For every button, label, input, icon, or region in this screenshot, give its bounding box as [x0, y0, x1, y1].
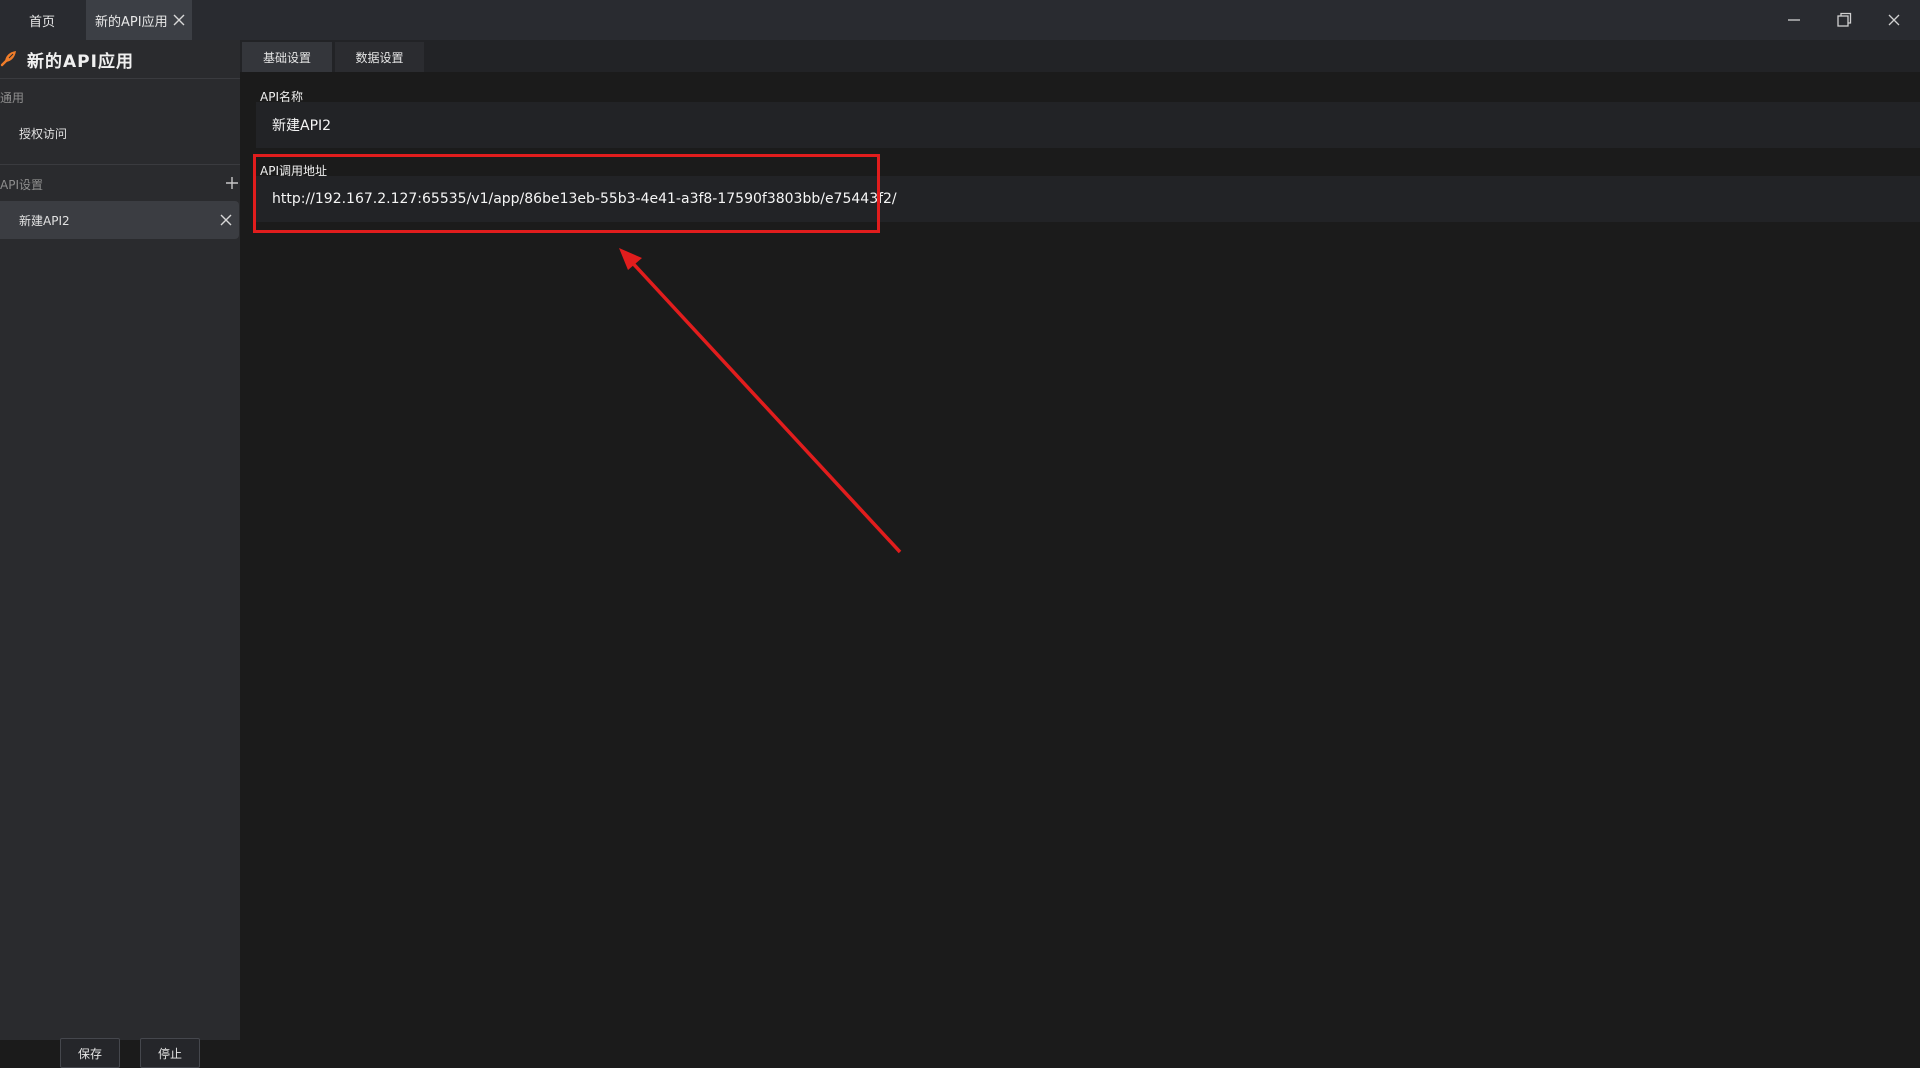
feather-brush-icon — [0, 51, 16, 67]
main-panel: 基础设置 数据设置 API名称 新建API2 API调用地址 http://19… — [240, 40, 1920, 1040]
tab-home[interactable]: 首页 — [0, 0, 84, 40]
title-bar: 首页 新的API应用 — [0, 0, 1920, 40]
sidebar-item-label: 新建API2 — [19, 213, 70, 228]
app-header: 新的API应用 — [0, 40, 240, 78]
restore-icon[interactable] — [1832, 8, 1856, 32]
section-api-settings: API设置 — [0, 178, 43, 192]
window-close-icon[interactable] — [1882, 8, 1906, 32]
tab-data-settings-label: 数据设置 — [355, 50, 404, 65]
api-url-field[interactable]: http://192.167.2.127:65535/v1/app/86be13… — [256, 176, 1920, 222]
close-icon[interactable] — [172, 13, 186, 27]
divider — [0, 164, 240, 165]
minimize-icon[interactable] — [1782, 8, 1806, 32]
save-button-label: 保存 — [77, 1046, 102, 1061]
api-url-value: http://192.167.2.127:65535/v1/app/86be13… — [272, 191, 897, 207]
divider — [0, 78, 240, 79]
tab-basic-settings-label: 基础设置 — [262, 50, 311, 65]
sidebar-item-new-api2[interactable]: 新建API2 — [0, 201, 239, 239]
plus-icon[interactable] — [225, 176, 239, 190]
tab-data-settings[interactable]: 数据设置 — [335, 42, 424, 72]
sidebar-item-authorized-access[interactable]: 授权访问 — [0, 114, 240, 152]
tab-basic-settings[interactable]: 基础设置 — [242, 42, 332, 72]
section-general: 通用 — [0, 91, 25, 105]
sidebar-item-label: 授权访问 — [19, 126, 68, 141]
api-name-value: 新建API2 — [272, 118, 332, 134]
tab-home-label: 首页 — [28, 14, 55, 30]
api-name-input[interactable]: 新建API2 — [256, 102, 1920, 148]
tab-api-app[interactable]: 新的API应用 — [86, 0, 192, 40]
close-icon[interactable] — [219, 213, 233, 227]
tab-api-app-label: 新的API应用 — [95, 14, 168, 30]
stop-button-label: 停止 — [157, 1046, 182, 1061]
settings-tabs: 基础设置 数据设置 — [240, 40, 1920, 72]
stop-button[interactable]: 停止 — [140, 1038, 200, 1068]
sidebar: 新的API应用 通用 授权访问 API设置 新建API2 保存 停止 — [0, 40, 240, 1068]
save-button[interactable]: 保存 — [60, 1038, 120, 1068]
app-title: 新的API应用 — [27, 52, 134, 72]
